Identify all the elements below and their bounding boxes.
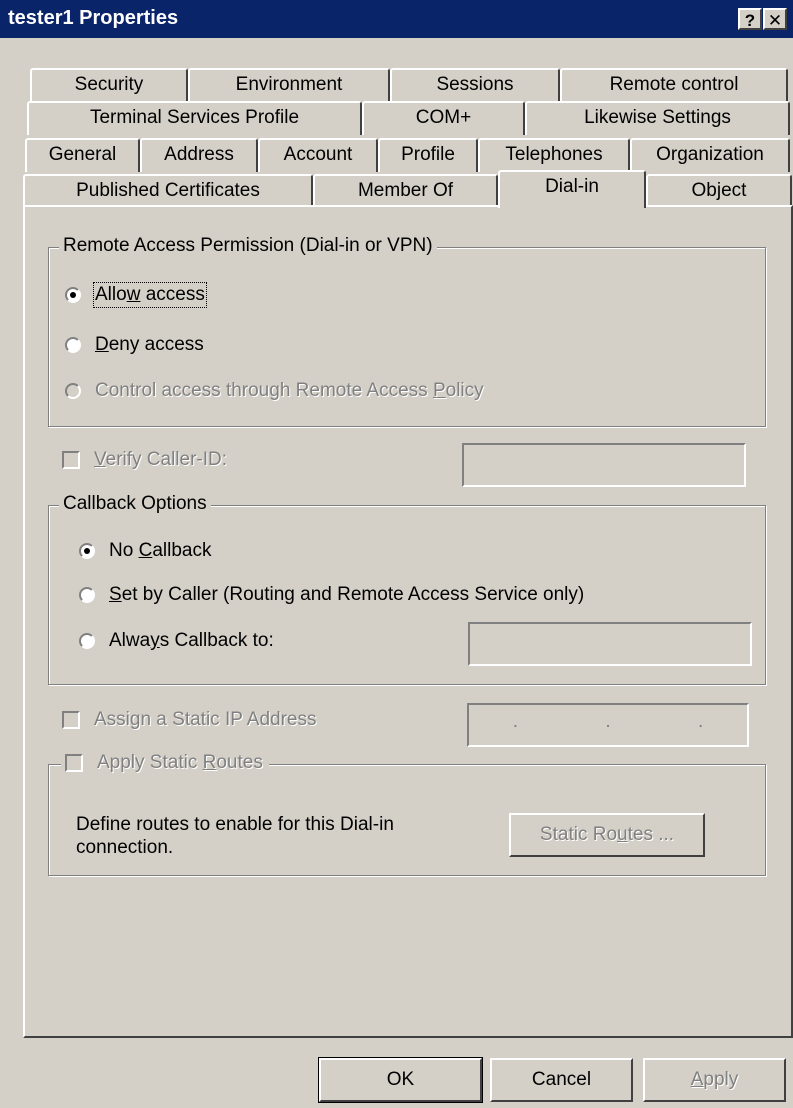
callback-options-group: Callback Options No Callback Set by Call… xyxy=(48,493,766,685)
tab-telephones[interactable]: Telephones xyxy=(478,138,630,172)
tab-dial-in[interactable]: Dial-in xyxy=(498,170,646,208)
always-callback-label: Always Callback to: xyxy=(109,630,274,651)
help-icon: ? xyxy=(744,11,756,30)
static-routes-group: Apply Static Routes Define routes to ena… xyxy=(48,752,766,876)
tab-organization[interactable]: Organization xyxy=(630,138,790,172)
static-ip-checkbox: Assign a Static IP Address xyxy=(62,709,317,731)
callback-options-label: Callback Options xyxy=(59,493,211,515)
tab-member-of[interactable]: Member Of xyxy=(313,174,498,208)
radio-checked-icon xyxy=(79,543,95,559)
allow-access-label: Allow access xyxy=(93,282,207,308)
callback-number-field xyxy=(468,622,752,666)
close-icon: ✕ xyxy=(767,11,783,30)
verify-caller-id-field xyxy=(462,443,746,487)
no-callback-label: No Callback xyxy=(109,540,212,561)
tab-profile[interactable]: Profile xyxy=(378,138,478,172)
close-button[interactable]: ✕ xyxy=(763,8,787,30)
ok-button[interactable]: OK xyxy=(319,1058,482,1102)
tab-terminal-services-profile[interactable]: Terminal Services Profile xyxy=(27,101,362,135)
remote-access-group: Remote Access Permission (Dial-in or VPN… xyxy=(48,235,766,427)
static-routes-label: Apply Static Routes xyxy=(97,752,263,773)
tab-object[interactable]: Object xyxy=(646,174,792,208)
ip-separator: . xyxy=(605,711,611,732)
policy-access-label: Control access through Remote Access Pol… xyxy=(95,380,484,401)
tab-environment[interactable]: Environment xyxy=(188,68,390,102)
tab-security[interactable]: Security xyxy=(30,68,188,102)
tab-published-certificates[interactable]: Published Certificates xyxy=(23,174,313,208)
remote-access-label: Remote Access Permission (Dial-in or VPN… xyxy=(59,235,437,257)
tab-general[interactable]: General xyxy=(25,138,140,172)
radio-unchecked-icon xyxy=(79,587,95,603)
radio-unchecked-icon xyxy=(79,633,95,649)
deny-access-label: Deny access xyxy=(95,334,204,355)
tab-sessions[interactable]: Sessions xyxy=(390,68,560,102)
ip-separator: . xyxy=(512,711,518,732)
tab-remote-control[interactable]: Remote control xyxy=(560,68,788,102)
deny-access-radio[interactable]: Deny access xyxy=(65,334,204,356)
radio-checked-icon xyxy=(65,287,81,303)
window-title: tester1 Properties xyxy=(8,7,179,29)
always-callback-radio[interactable]: Always Callback to: xyxy=(79,630,274,652)
tab-likewise-settings[interactable]: Likewise Settings xyxy=(525,101,790,135)
help-button[interactable]: ? xyxy=(738,8,762,30)
tab-address[interactable]: Address xyxy=(140,138,258,172)
static-routes-description: Define routes to enable for this Dial-in… xyxy=(76,814,394,858)
radio-disabled-icon xyxy=(65,383,81,399)
checkbox-icon xyxy=(62,451,80,469)
set-by-caller-radio[interactable]: Set by Caller (Routing and Remote Access… xyxy=(79,584,584,606)
tab-com-plus[interactable]: COM+ xyxy=(362,101,525,135)
verify-caller-id-checkbox: Verify Caller-ID: xyxy=(62,449,227,471)
ip-separator: . xyxy=(698,711,704,732)
static-ip-label: Assign a Static IP Address xyxy=(94,709,317,730)
tab-account[interactable]: Account xyxy=(258,138,378,172)
checkbox-icon xyxy=(62,711,80,729)
static-routes-button: Static Routes ... xyxy=(509,813,705,857)
set-by-caller-label: Set by Caller (Routing and Remote Access… xyxy=(109,584,585,605)
verify-caller-id-label: Verify Caller-ID: xyxy=(94,449,228,470)
checkbox-icon xyxy=(65,754,83,772)
static-routes-checkbox: Apply Static Routes xyxy=(61,752,269,774)
static-ip-field: . . . xyxy=(467,703,749,747)
cancel-button[interactable]: Cancel xyxy=(490,1058,633,1102)
policy-access-radio: Control access through Remote Access Pol… xyxy=(65,380,484,402)
dial-in-panel: Remote Access Permission (Dial-in or VPN… xyxy=(23,205,793,1038)
title-bar: tester1 Properties ? ✕ xyxy=(0,0,793,38)
radio-unchecked-icon xyxy=(65,337,81,353)
allow-access-radio[interactable]: Allow access xyxy=(65,282,207,308)
no-callback-radio[interactable]: No Callback xyxy=(79,540,211,562)
apply-button: Apply xyxy=(643,1058,786,1102)
